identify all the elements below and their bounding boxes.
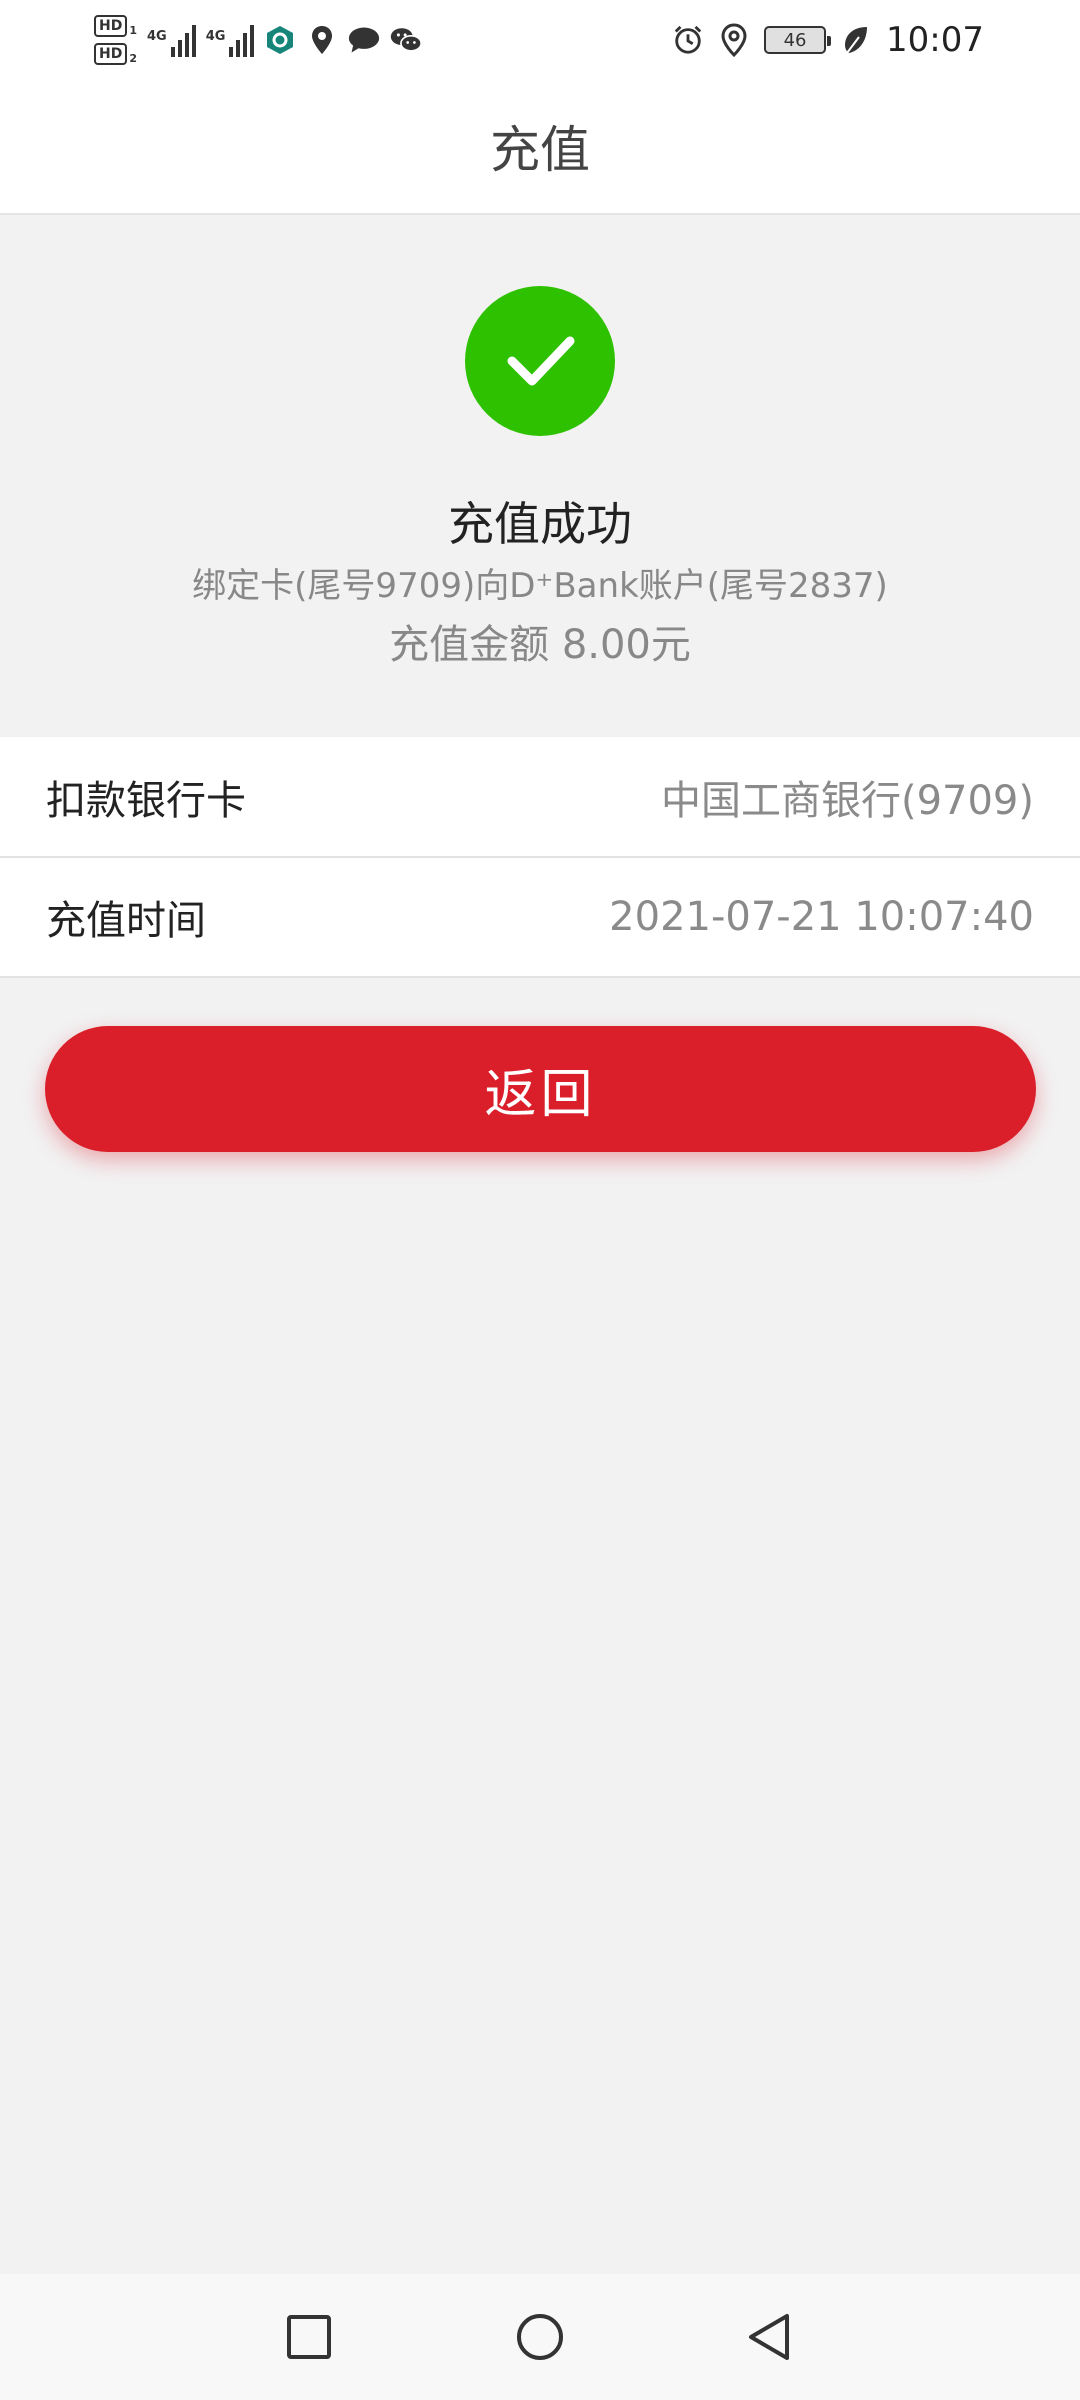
status-bar: HD 1 HD 2 4G 4G 46 10:07 xyxy=(0,0,1080,78)
sim1-index: 1 xyxy=(129,24,137,37)
location-pin-icon xyxy=(306,24,338,56)
hd-indicators: HD 1 HD 2 xyxy=(94,15,137,65)
back-button[interactable]: 返回 xyxy=(45,1026,1036,1152)
detail-label: 扣款银行卡 xyxy=(46,777,246,824)
recents-square-icon[interactable] xyxy=(249,2274,369,2400)
system-nav-bar xyxy=(0,2274,1080,2400)
status-right-group: 46 10:07 xyxy=(672,10,984,70)
network-type-1: 4G xyxy=(147,29,167,44)
success-title: 充值成功 xyxy=(448,497,632,551)
sim2-index: 2 xyxy=(129,52,137,65)
location-icon xyxy=(718,23,750,57)
network-type-2: 4G xyxy=(205,29,226,44)
sim1-indicator: HD 1 xyxy=(94,15,137,37)
hd-icon: HD xyxy=(94,15,128,37)
success-description: 绑定卡(尾号9709)向D⁺Bank账户(尾号2837) xyxy=(192,566,888,606)
detail-value: 中国工商银行(9709) xyxy=(660,777,1034,824)
message-icon xyxy=(348,24,380,56)
battery-icon: 46 xyxy=(764,26,832,54)
detail-row-recharge-time: 充值时间 2021-07-21 10:07:40 xyxy=(0,858,1080,978)
home-circle-icon[interactable] xyxy=(480,2274,600,2400)
leaf-icon xyxy=(840,24,872,56)
success-panel: 充值成功 绑定卡(尾号9709)向D⁺Bank账户(尾号2837) 充值金额 8… xyxy=(0,216,1080,736)
check-circle-icon xyxy=(465,286,615,436)
app-icon xyxy=(264,24,296,56)
signal-icon: 4G xyxy=(206,23,255,57)
hd-icon: HD xyxy=(94,43,128,65)
recharge-amount: 充值金额 8.00元 xyxy=(389,622,691,668)
detail-row-bank-card: 扣款银行卡 中国工商银行(9709) xyxy=(0,737,1080,858)
battery-level: 46 xyxy=(783,29,807,51)
page-header: 充值 xyxy=(0,78,1080,215)
page-title: 充值 xyxy=(490,120,590,179)
alarm-icon xyxy=(672,24,704,56)
detail-value: 2021-07-21 10:07:40 xyxy=(609,894,1034,940)
clock-time: 10:07 xyxy=(886,20,984,60)
detail-label: 充值时间 xyxy=(46,898,206,944)
back-button-label: 返回 xyxy=(484,1064,597,1125)
wechat-icon xyxy=(390,24,423,56)
details-list: 扣款银行卡 中国工商银行(9709) 充值时间 2021-07-21 10:07… xyxy=(0,737,1080,978)
status-left-group: HD 1 HD 2 4G 4G xyxy=(94,10,423,70)
back-triangle-icon[interactable] xyxy=(710,2274,830,2400)
signal-icon: 4G xyxy=(147,23,196,57)
sim2-indicator: HD 2 xyxy=(94,43,137,65)
